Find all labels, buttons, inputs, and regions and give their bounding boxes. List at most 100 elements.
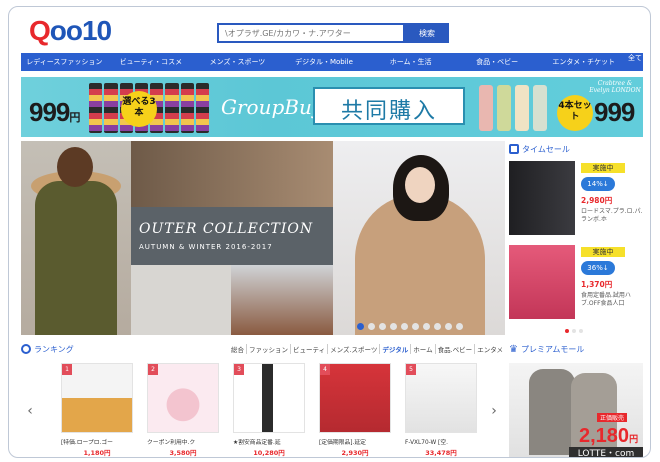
chevron-left-icon[interactable]: ‹ (23, 403, 37, 419)
banner-badge-left: 選べる3本 (121, 91, 157, 127)
ranking-items: 1 [特価.ロープロ.ゴー 1,180円 2 クーポン利用中.ク 3,580円 … (61, 363, 477, 457)
ranking-item-name: クーポン利用中.ク (147, 440, 196, 446)
banner-price-right: 999円 (594, 97, 635, 127)
premium-price: 2,180円 (579, 425, 639, 447)
ranking-category-tab[interactable]: ビューティ (289, 344, 327, 354)
ranking-item-price: 2,930円 (341, 449, 369, 457)
header: Qoo10 検索 (9, 7, 650, 53)
ranking-category-tab[interactable]: メンズ.スポーツ (327, 344, 379, 354)
banner-badge-right: 4本セット (557, 95, 593, 131)
timesale-title: タイムセール (522, 144, 570, 154)
carousel-dot[interactable] (390, 323, 397, 330)
ranking-item-price: 1,180円 (83, 449, 111, 457)
hero-carousel[interactable]: OUTER COLLECTION AUTUMN & WINTER 2016-20… (21, 141, 505, 335)
timesale-desc: 食用定番品.試用ハブ.OFF食品人口 (581, 292, 631, 307)
carousel-dot[interactable] (423, 323, 430, 330)
nav-item-beauty[interactable]: ビューティ・コスメ (108, 53, 195, 71)
ranking-item-name: ★割安商品定番.延 (233, 440, 281, 446)
rank-badge: 4 (320, 364, 330, 375)
nav-item-ladies-fashion[interactable]: レディースファッション (21, 53, 108, 71)
nav-item-home[interactable]: ホーム・生活 (367, 53, 454, 71)
ranking-item[interactable]: 3 ★割安商品定番.延 10,280円 (233, 363, 305, 457)
ranking-item[interactable]: 5 F-VXL70-W [空. 33,478円 (405, 363, 477, 457)
discount-badge: 14%↓ (581, 177, 615, 191)
timesale-item[interactable]: 実施中 14%↓ 2,980円 ロードスマ.プラ.ロ.パ.ランボ.ホ (509, 161, 643, 235)
timesale-header: タイムセール (509, 141, 643, 157)
carousel-dot[interactable] (445, 323, 452, 330)
ranking-category-tab[interactable]: 総合 (229, 344, 246, 354)
ranking-item[interactable]: 4 [定価期限品].延定 2,930円 (319, 363, 391, 457)
ranking-icon (21, 344, 31, 354)
ranking-product-image: 3 (233, 363, 305, 433)
timesale-item[interactable]: 実施中 36%↓ 1,370円 食用定番品.試用ハブ.OFF食品人口 (509, 245, 643, 319)
lotte-logo: LOTTE・com (569, 447, 643, 457)
banner-price-left: 999円 (29, 97, 80, 127)
ranking-item-name: [特価.ロープロ.ゴー (61, 440, 113, 446)
nav-item-mens-sports[interactable]: メンズ・スポーツ (194, 53, 281, 71)
timesale-status-badge: 実施中 (581, 163, 625, 173)
ranking-category-tab[interactable]: 食品.ベビー (434, 344, 475, 354)
hero-collection-panel: OUTER COLLECTION AUTUMN & WINTER 2016-20… (131, 141, 333, 335)
premium-title: プレミアムモール (520, 344, 585, 354)
ranking-category-tab[interactable]: ホーム (410, 344, 434, 354)
nav-item-entertainment[interactable]: エンタメ・チケット (540, 53, 627, 71)
search-button[interactable]: 検索 (405, 23, 449, 43)
timesale-dot[interactable] (579, 329, 583, 333)
premium-banner[interactable]: 正価販売 2,180円 LOTTE・com (509, 363, 643, 457)
ranking-product-image: 5 (405, 363, 477, 433)
discount-badge: 36%↓ (581, 261, 615, 275)
category-nav: レディースファッション ビューティ・コスメ メンズ・スポーツ デジタル・Mobi… (21, 53, 643, 71)
carousel-dot[interactable] (434, 323, 441, 330)
carousel-dot[interactable] (412, 323, 419, 330)
carousel-dot[interactable] (368, 323, 375, 330)
carousel-dot[interactable] (379, 323, 386, 330)
carousel-dot[interactable] (357, 323, 364, 330)
crown-icon: ♛ (509, 343, 518, 355)
chevron-right-icon[interactable]: › (487, 403, 501, 419)
timesale-product-image (509, 161, 575, 235)
ranking-product-image: 2 (147, 363, 219, 433)
ranking-category-tab[interactable]: ファッション (245, 344, 290, 354)
ranking-product-image: 1 (61, 363, 133, 433)
brand-logo: Crabtree & Evelyn LONDON (589, 80, 641, 94)
ranking-category-tab[interactable]: エンタメ (474, 344, 505, 354)
timesale-dots (565, 329, 583, 333)
hero-model-right-image (333, 141, 505, 335)
kyodo-title: 共同購入 (340, 99, 437, 124)
timesale-dot[interactable] (572, 329, 576, 333)
qoo10-logo[interactable]: Qoo10 (29, 15, 112, 47)
groupbuy-title: GroupBuy (221, 95, 324, 119)
carousel-dot[interactable] (456, 323, 463, 330)
coat-image (529, 369, 575, 455)
nav-item-digital[interactable]: デジタル・Mobile (281, 53, 368, 71)
ranking-product-image: 4 (319, 363, 391, 433)
rank-badge: 3 (234, 364, 244, 375)
search-input[interactable] (217, 23, 405, 43)
timesale-price: 2,980円 (581, 196, 613, 205)
lotion-product-image (515, 85, 529, 131)
lotion-product-image (497, 85, 511, 131)
ranking-item-name: F-VXL70-W [空. (405, 440, 448, 446)
hero-model-left-image (21, 141, 131, 335)
ranking-category-tabs: 総合 ファッション ビューティ メンズ.スポーツ デジタル ホーム 食品.ベビー エンタメ (229, 344, 505, 354)
ranking-item[interactable]: 2 クーポン利用中.ク 3,580円 (147, 363, 219, 457)
timesale-panel: タイムセール 実施中 14%↓ 2,980円 ロードスマ.プラ.ロ.パ.ランボ.… (509, 141, 643, 335)
premium-mall-panel: ♛ プレミアムモール 正価販売 2,180円 LOTTE・com (509, 341, 643, 457)
ranking-item-price: 10,280円 (253, 449, 285, 457)
ranking-panel: ランキング 総合 ファッション ビューティ メンズ.スポーツ デジタル ホーム 食品.ベビー… (21, 341, 505, 457)
ranking-header: ランキング 総合 ファッション ビューティ メンズ.スポーツ デジタル ホーム 食品.ベビー… (21, 341, 505, 357)
ranking-category-tab[interactable]: デジタル (379, 344, 410, 354)
search-bar: 検索 (217, 23, 449, 43)
premium-label: 正価販売 (597, 413, 628, 422)
lotion-product-image (533, 85, 547, 131)
nav-all-button[interactable]: 全て (627, 53, 643, 71)
nav-item-food-baby[interactable]: 食品・ベビー (454, 53, 541, 71)
rank-badge: 5 (406, 364, 416, 375)
hero-title: OUTER COLLECTION (139, 221, 314, 237)
groupbuy-banner[interactable]: 999円 選べる3本 GroupBuy 共同購入 4本セット Crabtree … (21, 77, 643, 137)
carousel-dot[interactable] (401, 323, 408, 330)
ranking-item-name: [定価期限品].延定 (319, 440, 366, 446)
timesale-dot[interactable] (565, 329, 569, 333)
kyodo-box: 共同購入 (313, 87, 465, 125)
ranking-item[interactable]: 1 [特価.ロープロ.ゴー 1,180円 (61, 363, 133, 457)
